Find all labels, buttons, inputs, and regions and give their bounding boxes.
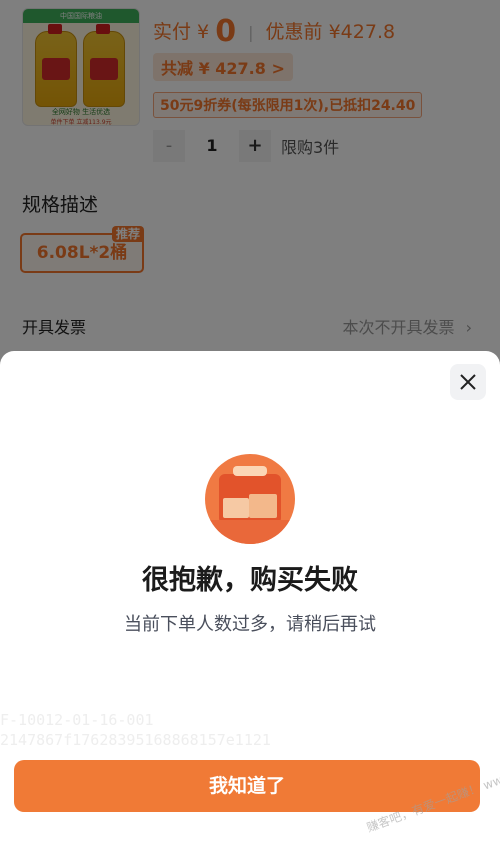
- debug-code-line: F-10012-01-16-001: [0, 711, 154, 729]
- debug-code-line: 2147867f17628395168868157e1121: [0, 731, 271, 749]
- dialog-message: 当前下单人数过多，请稍后再试: [124, 614, 376, 635]
- dialog-title: 很抱歉，购买失败: [142, 565, 358, 596]
- close-button[interactable]: [450, 364, 486, 400]
- purchase-failed-sheet: 很抱歉，购买失败 当前下单人数过多，请稍后再试 F-10012-01-16-00…: [0, 351, 500, 852]
- empty-box-illustration: [205, 454, 295, 544]
- close-icon: [460, 374, 476, 390]
